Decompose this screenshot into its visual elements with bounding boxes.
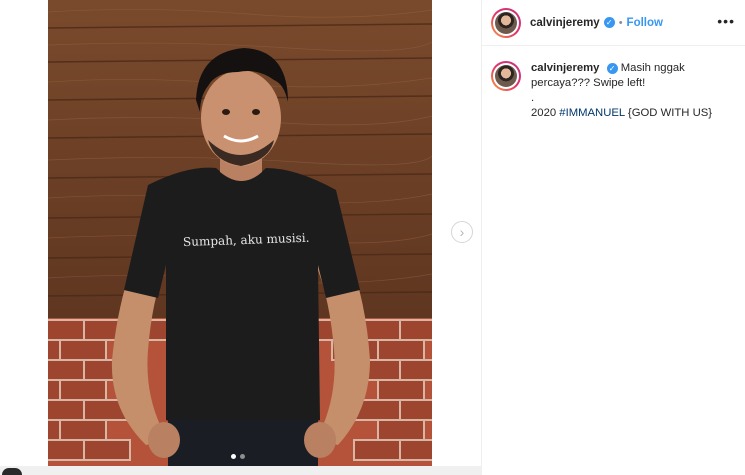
post-photo[interactable]: Sumpah, aku musisi. [48,0,432,466]
more-options-icon[interactable]: ••• [717,13,735,29]
avatar[interactable] [491,7,521,38]
separator: • [618,16,623,29]
media-pane: Sumpah, aku musisi. › [0,0,482,475]
carousel-dot-active [231,454,236,459]
profile-photo [495,11,517,34]
caption-avatar[interactable] [491,61,521,91]
carousel-indicator [231,454,245,459]
caption-tail: {GOD WITH US} [627,107,713,119]
instagram-post: Sumpah, aku musisi. › calvinjeremy ✓ • F… [0,0,745,475]
post-sidebar: calvinjeremy ✓ • Follow ••• calvinjeremy… [482,0,745,475]
caption-body: calvinjeremy ✓ Masih nggak percaya??? Sw… [531,61,731,121]
post-header: calvinjeremy ✓ • Follow ••• [482,0,745,46]
caption-dot: . [531,92,535,104]
caption: calvinjeremy ✓ Masih nggak percaya??? Sw… [482,46,745,121]
bottom-strip [0,466,482,475]
carousel-dot [240,454,245,459]
verified-badge-icon: ✓ [603,17,615,28]
verified-badge-icon: ✓ [606,63,618,74]
profile-photo [495,65,517,87]
header-username[interactable]: calvinjeremy [530,17,600,29]
chevron-right-icon: › [459,224,465,240]
hashtag-link[interactable]: #IMMANUEL [559,107,625,119]
next-slide-button[interactable]: › [451,221,473,243]
follow-button[interactable]: Follow [627,17,663,29]
bottom-thumbnail [2,468,22,475]
caption-username[interactable]: calvinjeremy [531,62,599,74]
caption-year: 2020 [531,107,557,119]
